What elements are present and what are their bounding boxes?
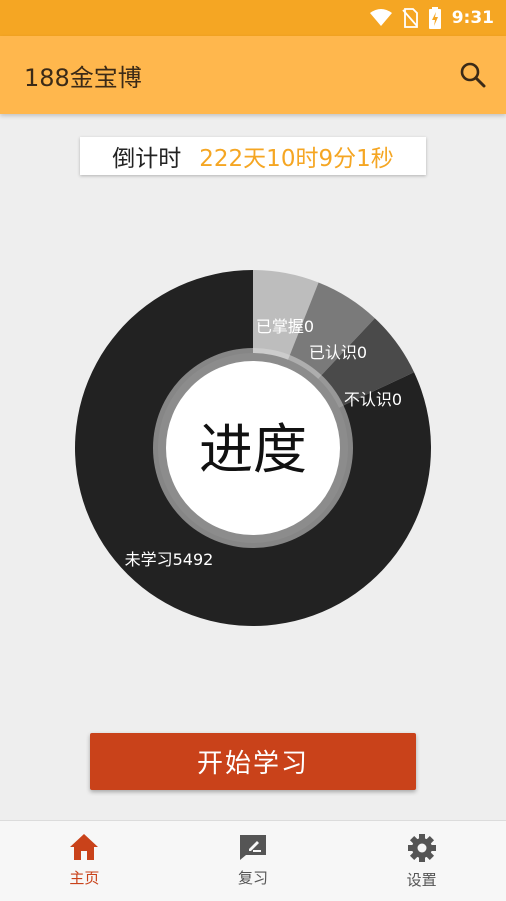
nav-label-settings: 设置 [406,871,437,889]
nav-item-home[interactable]: 主页 [0,821,169,901]
wifi-icon [369,9,392,26]
battery-charging-icon [428,7,441,29]
start-study-button[interactable]: 开始学习 [90,733,416,790]
status-bar: 9:31 [0,0,506,36]
nav-label-home: 主页 [69,869,100,887]
gear-icon [407,834,436,862]
nav-item-review[interactable]: 复习 [169,821,338,901]
app-bar: 188金宝博 [0,36,506,114]
slice-label: 已掌握0 [256,317,314,336]
slice-label: 未学习5492 [125,550,214,569]
home-icon [70,834,99,860]
app-title: 188金宝博 [24,64,142,92]
chart-center-label: 进度 [199,418,307,481]
search-button[interactable] [458,60,488,90]
status-time: 9:31 [451,8,494,28]
countdown-box: 倒计时 222天10时9分1秒 [80,137,426,175]
countdown-label: 倒计时 [112,146,182,172]
nav-label-review: 复习 [238,869,269,887]
progress-chart: 进度 已掌握0 已认识0 不认识0 未学习5492 [74,270,431,626]
review-icon [240,835,266,860]
slice-label: 已认识0 [309,343,367,362]
search-icon [460,62,486,88]
bottom-nav: 主页 复习 设置 [0,820,506,901]
countdown-value: 222天10时9分1秒 [199,146,394,172]
no-sim-icon [402,8,418,28]
nav-item-settings[interactable]: 设置 [337,821,506,901]
slice-label: 不认识0 [344,390,402,409]
status-icons: 9:31 [369,6,494,30]
